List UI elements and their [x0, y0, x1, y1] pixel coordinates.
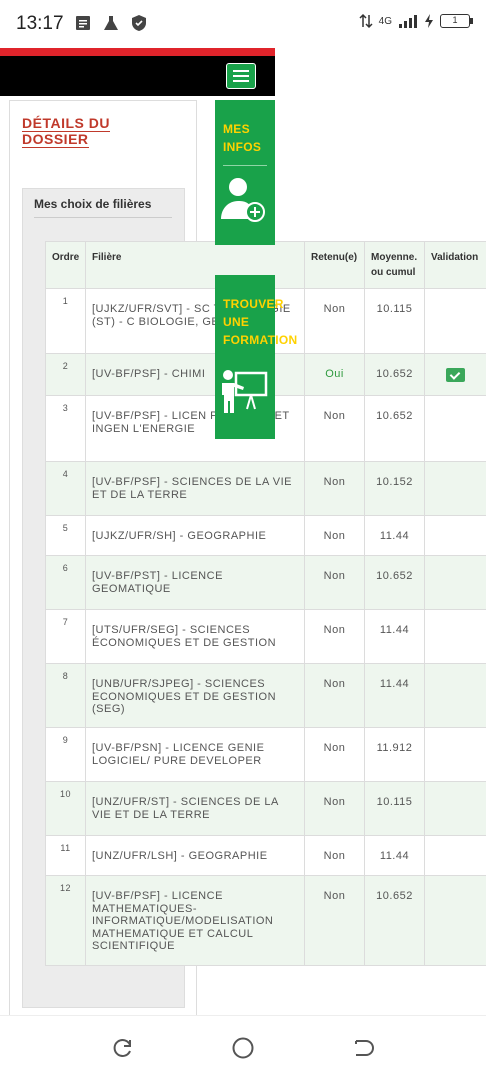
- charging-icon: [425, 14, 433, 28]
- table-row: 6 [UV-BF/PST] - LICENCE GEOMATIQUE Non 10.6…: [45, 555, 486, 610]
- row-validation: [424, 781, 486, 836]
- recent-apps-icon[interactable]: [111, 1036, 135, 1060]
- row-program: [UJKZ/UFR/SH] - GEOGRAPHIE: [85, 515, 305, 556]
- table-row: 11 [UNZ/UFR/LSH] - GEOGRAPHIE Non 11.44: [45, 835, 486, 876]
- signal-icon: [399, 15, 417, 28]
- row-average: 10.115: [364, 781, 425, 836]
- document-icon: [76, 16, 90, 30]
- row-retained: Non: [304, 875, 365, 966]
- row-validation: [424, 609, 486, 664]
- row-program: [UV-BF/PSN] - LICENCE GENIE LOGICIEL/ PU…: [85, 727, 305, 782]
- row-retained: Non: [304, 555, 365, 610]
- shield-icon: [132, 15, 146, 31]
- row-order: 10: [45, 781, 86, 836]
- table-row: 4 [UV-BF/PSF] - SCIENCES DE LA VIE ET DE …: [45, 461, 486, 516]
- row-program: [UNZ/UFR/LSH] - GEOGRAPHIE: [85, 835, 305, 876]
- row-order: 6: [45, 555, 86, 610]
- row-order: 11: [45, 835, 86, 876]
- row-validation: [424, 461, 486, 516]
- table-row: 9 [UV-BF/PSN] - LICENCE GENIE LOGICIEL/ P…: [45, 727, 486, 782]
- row-average: 11.44: [364, 515, 425, 556]
- row-order: 8: [45, 663, 86, 728]
- flask-icon: [104, 16, 118, 30]
- row-average: 11.912: [364, 727, 425, 782]
- row-retained: Non: [304, 835, 365, 876]
- header-accent-bar: [0, 48, 275, 56]
- row-average: 11.44: [364, 663, 425, 728]
- column-header-retenu: Retenu(e): [304, 241, 365, 289]
- row-retained: Non: [304, 663, 365, 728]
- row-average: 10.652: [364, 353, 425, 396]
- row-validation: [424, 835, 486, 876]
- table-row: 12 [UV-BF/PSF] - LICENCE MATHEMATIQUES-IN…: [45, 875, 486, 966]
- teacher-board-icon: [222, 370, 268, 413]
- row-retained: Non: [304, 781, 365, 836]
- row-retained: Non: [304, 727, 365, 782]
- table-row: 5 [UJKZ/UFR/SH] - GEOGRAPHIE Non 11.44: [45, 515, 486, 556]
- data-transfer-icon: [359, 13, 373, 29]
- battery-indicator: 1: [440, 14, 473, 28]
- row-order: 7: [45, 609, 86, 664]
- row-order: 3: [45, 395, 86, 462]
- hamburger-icon[interactable]: [226, 63, 256, 89]
- row-retained: Non: [304, 515, 365, 556]
- row-program: [UNB/UFR/SJPEG] - SCIENCES ECONOMIQUES E…: [85, 663, 305, 728]
- row-validation: [424, 727, 486, 782]
- table-row: 7 [UTS/UFR/SEG] - SCIENCES ÉCONOMIQUES ET…: [45, 609, 486, 664]
- status-notification-icons: [74, 14, 148, 32]
- row-validation: [424, 515, 486, 556]
- page-title: DÉTAILS DU DOSSIER: [22, 115, 162, 148]
- row-validation: [424, 875, 486, 966]
- page-title-text: DÉTAILS DU DOSSIER: [22, 115, 110, 148]
- row-average: 10.152: [364, 461, 425, 516]
- user-add-icon: [221, 178, 265, 222]
- row-program: [UNZ/UFR/ST] - SCIENCES DE LA VIE ET DE …: [85, 781, 305, 836]
- row-validation: [424, 353, 486, 396]
- check-icon: [446, 368, 465, 382]
- android-nav-bar: [0, 1015, 486, 1080]
- status-bar: 13:17 4G 1: [0, 0, 486, 48]
- table-row: 10 [UNZ/UFR/ST] - SCIENCES DE LA VIE ET D…: [45, 781, 486, 836]
- row-program: [UV-BF/PST] - LICENCE GEOMATIQUE: [85, 555, 305, 610]
- row-order: 1: [45, 288, 86, 354]
- find-training-label: TROUVER UNE FORMATION: [223, 297, 298, 347]
- my-info-card[interactable]: MES INFOS: [215, 100, 275, 245]
- row-retained: Non: [304, 461, 365, 516]
- row-validation: [424, 555, 486, 610]
- choices-title: Mes choix de filières: [34, 197, 172, 218]
- row-retained: Non: [304, 609, 365, 664]
- row-average: 10.652: [364, 555, 425, 610]
- back-icon[interactable]: [352, 1036, 376, 1060]
- network-type: 4G: [378, 15, 392, 27]
- row-validation: [424, 663, 486, 728]
- row-order: 12: [45, 875, 86, 966]
- row-program: [UV-BF/PSF] - SCIENCES DE LA VIE ET DE L…: [85, 461, 305, 516]
- row-program: [UV-BF/PSF] - LICENCE MATHEMATIQUES-INFO…: [85, 875, 305, 966]
- row-retained: Oui: [304, 353, 365, 396]
- row-average: 10.652: [364, 395, 425, 462]
- find-training-card[interactable]: TROUVER UNE FORMATION: [215, 275, 297, 439]
- row-order: 4: [45, 461, 86, 516]
- row-validation: [424, 395, 486, 462]
- table-row: 8 [UNB/UFR/SJPEG] - SCIENCES ECONOMIQUES …: [45, 663, 486, 728]
- row-average: 11.44: [364, 835, 425, 876]
- column-header-moyenne: Moyenne. ou cumul: [364, 241, 425, 289]
- my-info-label: MES INFOS: [223, 122, 262, 154]
- row-order: 9: [45, 727, 86, 782]
- status-system-icons: 4G 1: [359, 13, 473, 29]
- row-average: 10.652: [364, 875, 425, 966]
- row-average: 11.44: [364, 609, 425, 664]
- row-validation: [424, 288, 486, 354]
- row-order: 5: [45, 515, 86, 556]
- column-header-validation: Validation: [424, 241, 486, 289]
- row-program: [UTS/UFR/SEG] - SCIENCES ÉCONOMIQUES ET …: [85, 609, 305, 664]
- row-order: 2: [45, 353, 86, 396]
- row-average: 10.115: [364, 288, 425, 354]
- column-header-ordre: Ordre: [45, 241, 86, 289]
- home-icon[interactable]: [231, 1036, 255, 1060]
- status-time: 13:17: [16, 13, 64, 34]
- row-retained: Non: [304, 395, 365, 462]
- card-divider: [223, 165, 267, 166]
